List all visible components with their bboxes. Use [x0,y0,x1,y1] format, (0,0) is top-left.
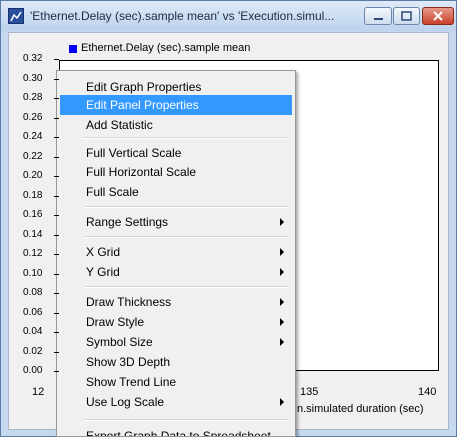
menu-item-label: X Grid [86,245,121,259]
close-button[interactable] [422,7,454,25]
menu-separator [83,206,289,208]
x-axis-label: n.simulated duration (sec) [297,403,424,415]
y-tick-label: 0.18 [23,189,43,201]
y-tick-mark [54,78,59,80]
menu-item-draw-style[interactable]: Draw Style [60,312,292,332]
menu-item-show-3d-depth[interactable]: Show 3D Depth [60,352,292,372]
menu-item-full-scale[interactable]: Full Scale [60,182,292,202]
menu-item-label: Full Scale [86,185,139,199]
menu-item-label: Symbol Size [86,335,153,349]
menu-item-label: Range Settings [86,215,169,229]
menu-item-export-graph-data-to-spreadsheet[interactable]: Export Graph Data to Spreadsheet [60,426,292,437]
y-tick-label: 0.30 [23,72,43,84]
menu-item-full-vertical-scale[interactable]: Full Vertical Scale [60,143,292,163]
menu-item-label: Add Statistic [86,118,153,132]
title-bar[interactable]: 'Ethernet.Delay (sec).sample mean' vs 'E… [1,1,456,31]
y-tick-label: 0.08 [23,287,43,298]
y-tick-mark [54,351,59,353]
menu-item-label: Full Horizontal Scale [86,165,197,179]
window-title: 'Ethernet.Delay (sec).sample mean' vs 'E… [30,9,335,23]
submenu-arrow-icon [280,318,284,326]
menu-item-x-grid[interactable]: X Grid [60,242,292,262]
y-tick-label: 0.28 [23,92,43,103]
y-tick-label: 0.16 [23,209,43,220]
y-tick-mark [54,176,59,177]
menu-item-label: Draw Style [86,315,145,329]
menu-separator [83,236,289,238]
menu-item-label: Export Graph Data to Spreadsheet [86,429,271,437]
menu-separator [83,137,289,139]
legend-swatch [69,45,77,53]
context-menu: Edit Graph Properties Edit Panel Properti… [56,70,296,437]
close-icon [433,11,443,21]
submenu-arrow-icon [280,268,284,276]
y-tick-label: 0.00 [23,365,43,376]
menu-separator [83,286,289,288]
menu-item-label: Edit Graph Properties [86,80,202,94]
menu-item-label: Edit Panel Properties [86,98,199,112]
submenu-arrow-icon [280,248,284,256]
menu-item-edit-graph-properties[interactable]: Edit Graph Properties [60,77,292,97]
submenu-arrow-icon [280,218,284,226]
menu-item-label: Show Trend Line [86,375,177,389]
y-tick-mark [54,195,59,197]
y-tick-label: 0.12 [23,248,43,259]
minimize-icon [374,18,383,20]
y-tick-label: 0.20 [23,170,43,181]
y-tick-mark [54,59,59,60]
menu-item-full-horizontal-scale[interactable]: Full Horizontal Scale [60,162,292,182]
menu-item-range-settings[interactable]: Range Settings [60,212,292,232]
y-tick-mark [54,332,59,333]
y-tick-label: 0.14 [23,228,43,240]
y-tick-mark [54,234,59,236]
submenu-arrow-icon [280,338,284,346]
menu-item-label: Use Log Scale [86,395,165,409]
menu-separator [83,419,289,421]
y-tick-label: 0.32 [23,53,43,64]
submenu-arrow-icon [280,298,284,306]
menu-item-symbol-size[interactable]: Symbol Size [60,332,292,352]
x-tick-label: 140 [418,386,437,398]
y-tick-mark [54,293,59,294]
submenu-arrow-icon [280,398,284,406]
menu-item-label: Draw Thickness [86,295,172,309]
x-tick-label: 135 [300,386,319,398]
y-tick-mark [54,137,59,138]
x-tick-label: 12 [32,386,45,398]
maximize-icon [401,11,412,21]
y-tick-label: 0.10 [23,267,43,279]
menu-item-draw-thickness[interactable]: Draw Thickness [60,292,292,312]
menu-item-y-grid[interactable]: Y Grid [60,262,292,282]
menu-item-use-log-scale[interactable]: Use Log Scale [60,392,292,412]
y-tick-mark [54,117,59,119]
legend-label: Ethernet.Delay (sec).sample mean [81,42,251,54]
menu-item-edit-panel-properties[interactable]: Edit Panel Properties [60,95,292,115]
y-tick-label: 0.26 [23,111,43,123]
y-tick-mark [54,156,59,158]
y-tick-label: 0.02 [23,345,43,357]
minimize-button[interactable] [364,7,392,25]
menu-item-add-statistic[interactable]: Add Statistic [60,115,292,135]
y-tick-label: 0.24 [23,131,43,142]
y-tick-mark [54,371,59,372]
y-tick-label: 0.06 [23,306,43,318]
y-tick-label: 0.04 [23,326,43,337]
y-tick-mark [54,98,59,99]
menu-item-label: Y Grid [86,265,120,279]
menu-item-label: Full Vertical Scale [86,146,182,160]
maximize-button[interactable] [393,7,420,25]
menu-item-label: Show 3D Depth [86,355,171,369]
y-tick-mark [54,254,59,255]
y-tick-mark [54,273,59,275]
y-tick-mark [54,215,59,216]
y-tick-mark [54,312,59,314]
y-tick-label: 0.22 [23,150,43,162]
menu-item-show-trend-line[interactable]: Show Trend Line [60,372,292,392]
graph-app-icon[interactable] [8,8,24,24]
